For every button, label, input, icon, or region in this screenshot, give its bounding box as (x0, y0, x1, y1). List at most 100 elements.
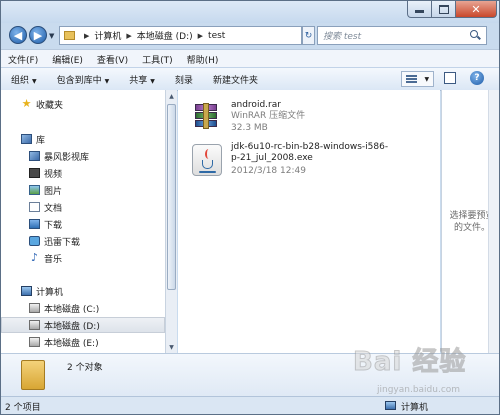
chevron-right-icon[interactable]: ▶ (126, 32, 131, 40)
maximize-button[interactable] (431, 1, 456, 18)
minimize-button[interactable] (407, 1, 432, 18)
title-bar: ✕ (1, 1, 499, 23)
file-name: android.rar (231, 100, 281, 110)
menu-help[interactable]: 帮助(H) (180, 53, 226, 66)
address-bar[interactable]: ▶ 计算机 ▶ 本地磁盘 (D:) ▶ test ▼ (59, 26, 355, 45)
scroll-up-icon[interactable]: ▲ (167, 93, 176, 100)
breadcrumb-computer[interactable]: 计算机 (94, 29, 121, 42)
search-input[interactable]: 搜索 test (317, 26, 487, 45)
nav-item-videos[interactable]: 视频 (1, 165, 165, 181)
status-item-count: 2 个项目 (5, 403, 41, 413)
chevron-down-icon: ▼ (32, 77, 37, 85)
menu-edit[interactable]: 编辑(E) (45, 53, 90, 66)
nav-label: 暴风影视库 (44, 152, 90, 163)
nav-label: 计算机 (36, 287, 64, 298)
nav-label: 视频 (44, 169, 63, 180)
breadcrumb-test[interactable]: test (208, 31, 225, 41)
details-count: 2 个对象 (67, 363, 103, 373)
address-row: ◀ ▶ ▼ ▶ 计算机 ▶ 本地磁盘 (D:) ▶ test ▼ ↻ 搜索 te… (1, 23, 499, 49)
nav-drive-d[interactable]: 本地磁盘 (D:) (1, 317, 165, 333)
include-in-library-button[interactable]: 包含到库中 ▼ (47, 73, 120, 86)
file-item-jdk-exe[interactable]: jdk-6u10-rc-bin-b28-windows-i586-p-21_ju… (192, 140, 437, 180)
chevron-down-icon: ▼ (104, 77, 110, 85)
picture-icon (29, 185, 40, 195)
change-view-button[interactable]: ▼ (401, 71, 434, 87)
folder-icon (64, 31, 75, 40)
nav-item-baofeng-library[interactable]: 暴风影视库 (1, 148, 165, 164)
menu-tools[interactable]: 工具(T) (135, 53, 180, 66)
file-list-scrollbar[interactable] (488, 90, 499, 353)
nav-drive-e[interactable]: 本地磁盘 (E:) (1, 334, 165, 350)
library-icon (21, 134, 32, 144)
nav-label: 收藏夹 (36, 100, 64, 111)
search-placeholder: 搜索 test (323, 32, 362, 42)
nav-item-xunlei-downloads[interactable]: 迅雷下载 (1, 233, 165, 249)
file-name: jdk-6u10-rc-bin-b28-windows-i586-p-21_ju… (231, 142, 389, 163)
document-icon (29, 202, 40, 212)
folder-icon (21, 360, 45, 390)
arrow-right-icon: ▶ (33, 28, 43, 42)
drive-icon (29, 337, 40, 347)
help-button[interactable]: ? (470, 71, 484, 85)
menu-bar: 文件(F) 编辑(E) 查看(V) 工具(T) 帮助(H) (1, 49, 499, 68)
drive-icon (29, 320, 40, 330)
refresh-icon: ↻ (304, 30, 313, 41)
help-icon: ? (474, 73, 480, 83)
nav-item-pictures[interactable]: 图片 (1, 182, 165, 198)
nav-computer[interactable]: 计算机 (1, 283, 165, 299)
music-icon: ♪ (30, 251, 39, 264)
nav-item-documents[interactable]: 文档 (1, 199, 165, 215)
views-icon (405, 74, 417, 84)
download-icon (29, 219, 40, 229)
command-bar: 组织 ▼ 包含到库中 ▼ 共享 ▼ 刻录 新建文件夹 ▼ ? (1, 67, 499, 91)
burn-button[interactable]: 刻录 (165, 73, 203, 86)
search-icon[interactable] (470, 30, 481, 41)
drive-icon (29, 303, 40, 313)
file-item-android-rar[interactable]: android.rar WinRAR 压缩文件 32.3 MB (192, 98, 437, 138)
nav-favorites[interactable]: ★ 收藏夹 (1, 96, 165, 112)
nav-label: 本地磁盘 (D:) (44, 321, 100, 332)
chevron-down-icon: ▼ (424, 75, 430, 83)
nav-label: 迅雷下载 (44, 237, 81, 248)
breadcrumb-drive-d[interactable]: 本地磁盘 (D:) (137, 29, 193, 42)
preview-pane-button[interactable] (444, 72, 456, 84)
winrar-archive-icon (192, 102, 222, 134)
scroll-down-icon[interactable]: ▼ (167, 344, 176, 351)
chevron-right-icon[interactable]: ▶ (198, 32, 203, 40)
scrollbar-thumb[interactable] (167, 104, 176, 290)
share-button[interactable]: 共享 ▼ (119, 73, 165, 86)
java-exe-icon (192, 144, 222, 176)
chevron-right-icon[interactable]: ▶ (84, 32, 89, 40)
nav-label: 音乐 (44, 254, 63, 265)
nav-drive-c[interactable]: 本地磁盘 (C:) (1, 300, 165, 316)
maximize-icon (438, 4, 449, 14)
video-icon (29, 168, 40, 178)
details-pane: 2 个对象 (1, 353, 499, 397)
file-size: 32.3 MB (231, 123, 268, 133)
nav-scrollbar[interactable]: ▲ ▼ (165, 90, 177, 353)
forward-button[interactable]: ▶ (29, 26, 47, 44)
menu-file[interactable]: 文件(F) (1, 53, 45, 66)
new-folder-button[interactable]: 新建文件夹 (203, 73, 268, 86)
nav-libraries[interactable]: 库 (1, 131, 165, 147)
computer-icon (21, 286, 32, 296)
nav-item-music[interactable]: ♪ 音乐 (1, 250, 165, 266)
nav-label: 下载 (44, 220, 63, 231)
refresh-button[interactable]: ↻ (302, 26, 315, 45)
recent-pages-dropdown[interactable]: ▼ (49, 32, 54, 40)
close-icon: ✕ (471, 2, 481, 16)
organize-button[interactable]: 组织 ▼ (1, 73, 47, 86)
status-bar: 2 个项目 计算机 (1, 396, 499, 414)
file-list: android.rar WinRAR 压缩文件 32.3 MB jdk-6u10… (178, 90, 440, 353)
back-button[interactable]: ◀ (9, 26, 27, 44)
share-label: 共享 (129, 75, 148, 86)
computer-icon (385, 401, 396, 410)
navigation-pane: ★ 收藏夹 库 暴风影视库 视频 图片 文档 下载 迅雷下载 ♪ 音乐 计算机 … (1, 90, 165, 353)
star-icon: ★ (21, 97, 32, 110)
nav-label: 文档 (44, 203, 63, 214)
file-date: 2012/3/18 12:49 (231, 166, 306, 176)
nav-item-downloads[interactable]: 下载 (1, 216, 165, 232)
menu-view[interactable]: 查看(V) (90, 53, 135, 66)
status-location: 计算机 (401, 403, 429, 413)
close-button[interactable]: ✕ (455, 1, 497, 18)
